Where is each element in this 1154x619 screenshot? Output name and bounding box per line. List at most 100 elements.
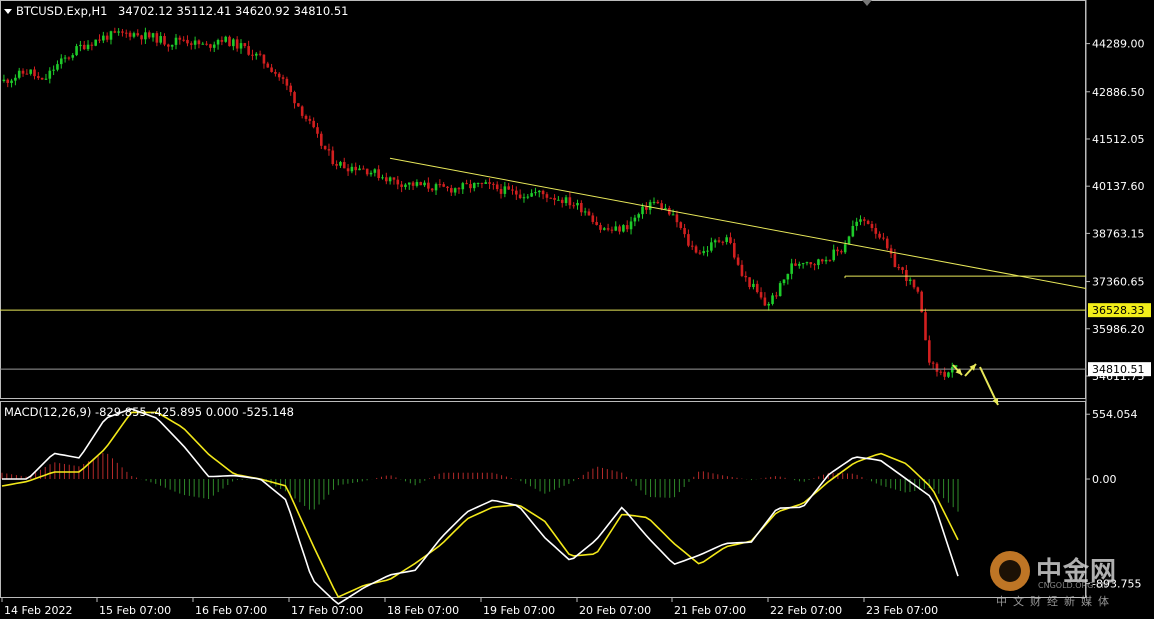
candle-body (220, 40, 224, 42)
price-panel-frame (0, 0, 1086, 399)
candle-body (924, 312, 927, 341)
candle-body (308, 118, 312, 121)
candle-body (369, 172, 373, 175)
price-badge-label: 34810.51 (1092, 363, 1145, 376)
candle-body (14, 77, 17, 81)
candle-body (320, 133, 323, 146)
candle-body (453, 188, 457, 193)
candle-body (365, 168, 369, 175)
candle-body (492, 183, 495, 185)
candle-body (392, 177, 396, 180)
candle-body (572, 205, 575, 207)
candle-body (465, 183, 468, 185)
candle-body (928, 340, 931, 363)
candle-body (622, 225, 625, 232)
candle-body (721, 241, 725, 243)
candle-body (587, 211, 591, 216)
candle-body (863, 219, 866, 221)
candle-body (358, 168, 361, 171)
time-axis-label: 22 Feb 07:00 (770, 604, 842, 617)
candle-body (90, 44, 94, 46)
candle-body (423, 182, 426, 186)
candle-body (591, 215, 595, 222)
candle-body (537, 190, 541, 193)
candle-body (759, 292, 763, 298)
macd-signal-line (1, 411, 959, 599)
candle-body (851, 225, 855, 237)
candle-body (782, 279, 786, 284)
candle-body (763, 297, 767, 306)
candle-body (901, 267, 904, 270)
candle-body (109, 31, 113, 40)
macd-series (1, 408, 959, 605)
candle-body (947, 372, 950, 377)
candle-body (480, 182, 484, 184)
chart-menu-icon[interactable] (4, 9, 12, 14)
candle-body (128, 32, 132, 37)
candle-body (507, 186, 510, 190)
candle-body (163, 36, 166, 45)
price-axis-label: 44289.00 (1092, 38, 1145, 51)
candle-body (905, 269, 908, 281)
candle-body (457, 188, 461, 190)
candle-body (503, 186, 507, 194)
price-axis-label: 37360.65 (1092, 276, 1145, 289)
candle-body (798, 263, 801, 266)
price-axis-label: 38763.15 (1092, 227, 1145, 240)
candle-body (809, 262, 813, 265)
candle-body (859, 219, 862, 222)
candle-body (419, 182, 423, 186)
candle-body (124, 32, 128, 34)
candle-body (771, 295, 774, 304)
candle-body (476, 182, 480, 184)
time-axis-label: 17 Feb 07:00 (291, 604, 363, 617)
candle-body (113, 31, 117, 33)
candle-body (706, 250, 709, 252)
candle-body (744, 275, 748, 278)
chart-shift-icon[interactable] (862, 0, 872, 6)
candle-body (599, 225, 602, 230)
candle-body (595, 221, 598, 226)
candle-body (828, 259, 832, 261)
candle-body (725, 237, 728, 242)
candle-body (56, 64, 59, 70)
time-axis-label: 21 Feb 07:00 (674, 604, 746, 617)
candle-body (232, 39, 235, 47)
candle-body (732, 243, 736, 258)
watermark: 中金网 CNGOLD.ORG.CN 中文财经新媒体 (990, 549, 1140, 609)
candle-body (553, 197, 556, 200)
candle-body (526, 196, 530, 198)
candle-body (625, 225, 629, 230)
candle-body (197, 40, 201, 45)
candle-body (266, 63, 270, 68)
candle-body (404, 184, 407, 187)
candle-body (713, 240, 717, 243)
candle-body (671, 214, 675, 216)
candle-body (576, 202, 579, 206)
candle-body (281, 77, 285, 79)
candle-body (897, 267, 901, 269)
projection-arrow-3 (979, 366, 999, 406)
candle-body (293, 92, 296, 104)
candle-body (132, 33, 136, 37)
candle-body (568, 197, 572, 206)
candle-body (878, 233, 881, 238)
candle-body (205, 43, 208, 45)
candle-body (893, 253, 897, 268)
candle-body (534, 192, 537, 194)
candle-body (94, 39, 97, 46)
candle-body (656, 201, 660, 204)
candle-body (98, 39, 101, 41)
candlestick-series (2, 27, 958, 380)
candle-body (147, 32, 151, 38)
time-axis-label: 15 Feb 07:00 (99, 604, 171, 617)
candle-body (652, 201, 656, 203)
candle-body (832, 249, 836, 261)
candle-body (327, 149, 331, 151)
candle-body (495, 184, 499, 190)
candle-body (908, 279, 912, 281)
candle-body (151, 33, 155, 38)
candle-body (228, 36, 231, 47)
price-axis-label: 41512.05 (1092, 133, 1145, 146)
candle-body (182, 39, 185, 41)
